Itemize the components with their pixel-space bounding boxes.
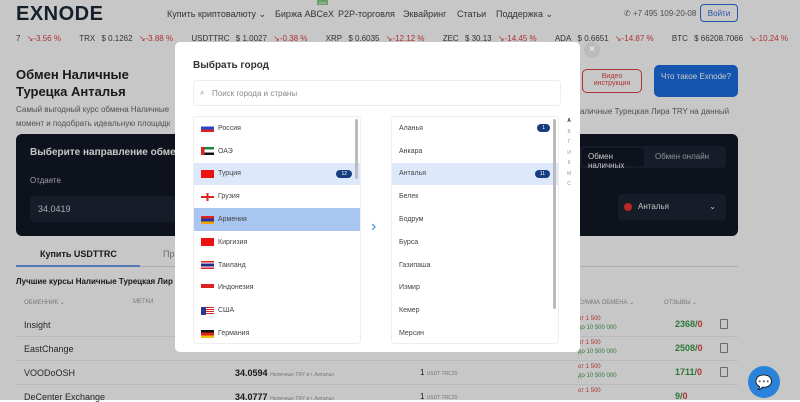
city-item[interactable]: Измир	[392, 277, 558, 300]
country-item[interactable]: Киргизия	[194, 231, 360, 254]
country-item[interactable]: Индонезия	[194, 277, 360, 300]
turkey-flag-icon	[201, 169, 214, 178]
city-item[interactable]: Аланья 1	[392, 117, 558, 140]
country-list: Россия ОАЭ Турция 12 Грузия Армения Кирги…	[193, 116, 361, 344]
search-placeholder: Поиск города и страны	[212, 89, 298, 98]
country-item[interactable]: Армения	[194, 208, 360, 231]
city-item[interactable]: Анталья 11	[392, 162, 558, 186]
chevron-right-icon: ›	[371, 218, 377, 235]
country-item[interactable]: ОАЭ	[194, 140, 360, 163]
georgia-flag-icon	[201, 192, 214, 201]
city-item[interactable]: Анкара	[392, 140, 558, 163]
city-item[interactable]: Газипаша	[392, 254, 558, 277]
search-icon: ⌕	[200, 88, 205, 97]
letter[interactable]: К	[567, 158, 571, 169]
city-item[interactable]: Бурса	[392, 231, 558, 254]
country-item[interactable]: США	[194, 299, 360, 322]
country-item[interactable]: Грузия	[194, 185, 360, 208]
usa-flag-icon	[201, 306, 214, 315]
russia-flag-icon	[201, 124, 214, 133]
scrollbar[interactable]	[553, 119, 556, 309]
city-item[interactable]: Кемер	[392, 299, 558, 322]
germany-flag-icon	[201, 329, 214, 338]
modal-title: Выбрать город	[193, 60, 270, 71]
close-icon[interactable]: ×	[584, 42, 600, 58]
country-item[interactable]: Россия	[194, 117, 360, 140]
country-item[interactable]: Германия	[194, 322, 360, 343]
letter[interactable]: Г	[567, 137, 571, 148]
city-item[interactable]: Бодрум	[392, 208, 558, 231]
thailand-flag-icon	[201, 261, 214, 270]
letter[interactable]: М	[567, 169, 571, 180]
city-item[interactable]: Мерсин	[392, 322, 558, 343]
armenia-flag-icon	[201, 215, 214, 224]
letter[interactable]: Б	[567, 127, 571, 138]
city-list: Аланья 1 Анкара Анталья 11 Белек Бодрум Бу…	[391, 116, 559, 344]
chat-icon[interactable]: 💬	[748, 366, 780, 398]
kyrgyzstan-flag-icon	[201, 238, 214, 247]
letter[interactable]: А	[567, 116, 571, 127]
city-modal: Выбрать город ⌕ Поиск города и страны Рос…	[175, 42, 580, 352]
uae-flag-icon	[201, 147, 214, 156]
indonesia-flag-icon	[201, 283, 214, 292]
country-item[interactable]: Турция 12	[194, 162, 360, 186]
city-item[interactable]: Белек	[392, 185, 558, 208]
alphabet-index: А Б Г И К М С	[567, 116, 571, 190]
city-search-input[interactable]: ⌕ Поиск города и страны	[193, 80, 561, 106]
scrollbar[interactable]	[355, 119, 358, 179]
country-item[interactable]: Таиланд	[194, 254, 360, 277]
letter[interactable]: И	[567, 148, 571, 159]
letter[interactable]: С	[567, 179, 571, 190]
